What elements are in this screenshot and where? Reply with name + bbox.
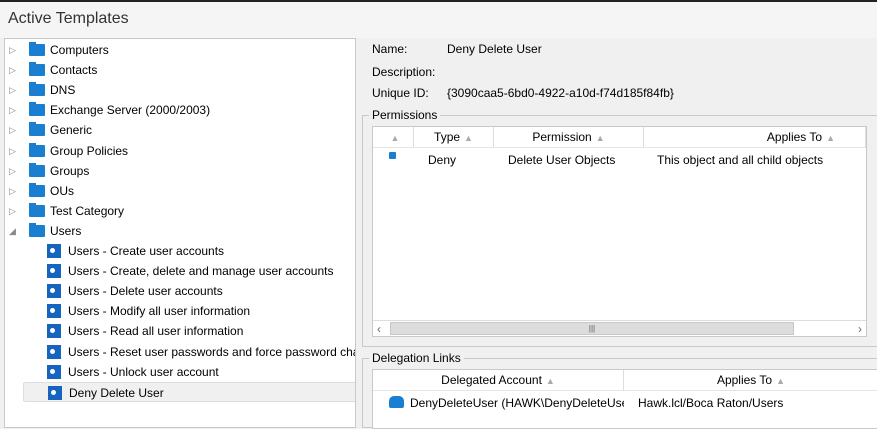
- expand-icon[interactable]: ▷: [9, 141, 16, 161]
- folder-icon: [29, 42, 45, 56]
- folder-icon: [29, 122, 45, 137]
- tree-item-label: Users - Unlock user account: [68, 364, 219, 379]
- title-bar: Active Templates: [0, 0, 877, 38]
- template-icon: [47, 364, 61, 379]
- tree-folder[interactable]: ▷ Test Category: [5, 201, 355, 221]
- folder-icon: [29, 162, 45, 177]
- tree-item-label: Exchange Server (2000/2003): [50, 103, 211, 118]
- tree-item-label: Deny Delete User: [69, 385, 164, 400]
- permissions-title: Permissions: [369, 108, 441, 122]
- tree-item-label: Computers: [50, 43, 109, 57]
- tree-template-item[interactable]: Users - Create user accounts: [23, 241, 355, 261]
- tree-folder[interactable]: ▷ DNS: [5, 80, 355, 100]
- column-header-applies-to[interactable]: Applies To ▲: [624, 370, 877, 391]
- tree-item-label: Users - Read all user information: [68, 324, 244, 339]
- expand-icon[interactable]: ▷: [9, 100, 16, 120]
- name-label: Name:: [372, 42, 408, 56]
- folder-icon: [29, 202, 45, 217]
- column-header-icon[interactable]: ▲: [373, 127, 414, 148]
- tree-folder[interactable]: ▷ Contacts: [5, 60, 355, 80]
- tree-item-label: Users - Reset user passwords and force p…: [68, 344, 356, 359]
- expand-icon[interactable]: ▷: [9, 120, 16, 140]
- tree-item-label: Groups: [50, 163, 90, 178]
- column-header-type[interactable]: Type ▲: [414, 127, 494, 148]
- folder-icon: [29, 182, 45, 197]
- tree-template-item[interactable]: Users - Reset user passwords and force p…: [23, 342, 356, 362]
- horizontal-scrollbar[interactable]: ‹ ||| ›: [373, 320, 866, 336]
- tree-item-label: OUs: [50, 183, 74, 198]
- tree-template-item[interactable]: Users - Create, delete and manage user a…: [23, 261, 355, 281]
- permissions-group: Permissions ▲ Type ▲ Permission ▲ Applies …: [362, 108, 877, 347]
- type-cell: Deny: [428, 153, 457, 167]
- template-icon: [47, 264, 61, 279]
- applies-to-cell: This object and all child objects: [657, 153, 824, 167]
- tree-item-label: Users - Modify all user information: [68, 304, 251, 319]
- table-row[interactable]: Deny Delete User Objects This object and…: [373, 149, 866, 169]
- tree-item-label: Generic: [50, 123, 93, 138]
- folder-icon: [29, 222, 45, 237]
- tree-folder[interactable]: ◢ Users: [5, 221, 355, 241]
- expand-icon[interactable]: ▷: [9, 60, 16, 80]
- template-tree[interactable]: ▷ Computers ▷ Contacts ▷ DNS ▷ Exchange Server …: [4, 38, 356, 428]
- applies-to-cell: Hawk.lcl/Boca Raton/Users: [638, 396, 784, 410]
- permissions-list[interactable]: ▲ Type ▲ Permission ▲ Applies To ▲ Deny Del…: [372, 126, 867, 337]
- expand-icon[interactable]: ▷: [9, 40, 16, 60]
- tree-item-label: Contacts: [50, 63, 98, 78]
- tree-template-item[interactable]: Users - Modify all user information: [23, 301, 355, 321]
- tree-item-label: Users - Create user accounts: [68, 244, 225, 258]
- tree-template-item[interactable]: Users - Delete user accounts: [23, 281, 355, 301]
- delegation-list[interactable]: Delegated Account ▲ Applies To ▲ DenyDelet…: [372, 369, 877, 429]
- tree-item-label: DNS: [50, 83, 76, 98]
- scroll-left-icon[interactable]: ‹: [377, 322, 381, 336]
- tree-item-label: Users - Delete user accounts: [68, 284, 223, 299]
- template-icon: [47, 244, 61, 258]
- column-header-permission[interactable]: Permission ▲: [494, 127, 644, 148]
- scroll-right-icon[interactable]: ›: [858, 322, 862, 336]
- tree-item-label: Users: [50, 223, 82, 238]
- tree-item-label: Test Category: [50, 203, 125, 218]
- template-icon: [47, 304, 61, 319]
- tree-folder[interactable]: ▷ Generic: [5, 120, 355, 140]
- lock-icon: [389, 152, 396, 159]
- scrollbar-thumb[interactable]: |||: [390, 322, 794, 335]
- delegation-links-group: Delegation Links Delegated Account ▲ Appl…: [362, 351, 877, 429]
- template-icon: [47, 284, 61, 299]
- tree-folder[interactable]: ▷ Exchange Server (2000/2003): [5, 100, 355, 120]
- description-label: Description:: [372, 65, 436, 79]
- tree-item-label: Users - Create, delete and manage user a…: [68, 264, 334, 279]
- template-icon: [47, 324, 61, 339]
- tree-folder[interactable]: ▷ Computers: [5, 40, 355, 60]
- group-icon: [389, 396, 404, 408]
- folder-icon: [29, 142, 45, 157]
- folder-icon: [29, 62, 45, 77]
- permission-cell: Delete User Objects: [508, 153, 616, 167]
- template-icon: [48, 385, 62, 400]
- tree-folder[interactable]: ▷ Group Policies: [5, 141, 355, 161]
- table-row[interactable]: DenyDeleteUser (HAWK\DenyDeleteUser) Haw…: [373, 392, 877, 412]
- expand-icon[interactable]: ▷: [9, 181, 16, 201]
- expand-icon[interactable]: ▷: [9, 201, 16, 221]
- collapse-icon[interactable]: ◢: [9, 221, 16, 241]
- delegation-links-title: Delegation Links: [369, 351, 464, 365]
- tree-item-label: Group Policies: [50, 143, 129, 158]
- folder-icon: [29, 82, 45, 97]
- tree-template-item[interactable]: Deny Delete User: [23, 381, 355, 402]
- column-header-applies-to[interactable]: Applies To ▲: [644, 127, 866, 148]
- name-value: Deny Delete User: [447, 42, 542, 56]
- delegated-account-cell: DenyDeleteUser (HAWK\DenyDeleteUser): [410, 396, 624, 410]
- unique-id-label: Unique ID:: [372, 86, 429, 100]
- column-header-delegated-account[interactable]: Delegated Account ▲: [373, 370, 624, 391]
- tree-folder[interactable]: ▷ Groups: [5, 161, 355, 181]
- tree-template-item[interactable]: Users - Read all user information: [23, 321, 355, 341]
- tree-folder[interactable]: ▷ OUs: [5, 181, 355, 201]
- expand-icon[interactable]: ▷: [9, 80, 16, 100]
- unique-id-value: {3090caa5-6bd0-4922-a10d-f74d185f84fb}: [447, 86, 674, 100]
- template-icon: [47, 344, 61, 359]
- expand-icon[interactable]: ▷: [9, 161, 16, 181]
- window-title: Active Templates: [8, 10, 129, 27]
- tree-template-item[interactable]: Users - Unlock user account: [23, 362, 355, 382]
- folder-icon: [29, 102, 45, 117]
